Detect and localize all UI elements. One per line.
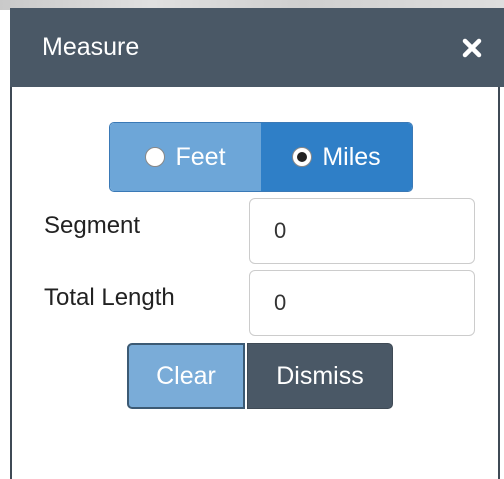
total-length-field[interactable]: 0 bbox=[249, 270, 475, 336]
radio-feet[interactable] bbox=[145, 147, 166, 167]
dismiss-button[interactable]: Dismiss bbox=[247, 343, 393, 409]
unit-option-miles-label: Miles bbox=[322, 142, 381, 171]
close-icon bbox=[462, 38, 482, 58]
unit-toggle: Feet Miles bbox=[109, 122, 413, 192]
unit-option-miles[interactable]: Miles bbox=[261, 123, 412, 191]
measure-dialog: Measure Feet Miles Segment 0 Total Lengt… bbox=[10, 8, 504, 479]
screen: Measure Feet Miles Segment 0 Total Lengt… bbox=[0, 0, 504, 479]
dialog-header: Measure bbox=[10, 8, 504, 87]
unit-option-feet-label: Feet bbox=[175, 142, 226, 171]
unit-option-feet[interactable]: Feet bbox=[110, 123, 261, 191]
total-length-label: Total Length bbox=[44, 284, 175, 311]
radio-miles[interactable] bbox=[292, 147, 313, 167]
dialog-title: Measure bbox=[42, 33, 140, 61]
close-button[interactable] bbox=[458, 34, 486, 62]
segment-label: Segment bbox=[44, 212, 141, 239]
segment-field[interactable]: 0 bbox=[249, 198, 475, 264]
clear-button[interactable]: Clear bbox=[127, 343, 245, 409]
